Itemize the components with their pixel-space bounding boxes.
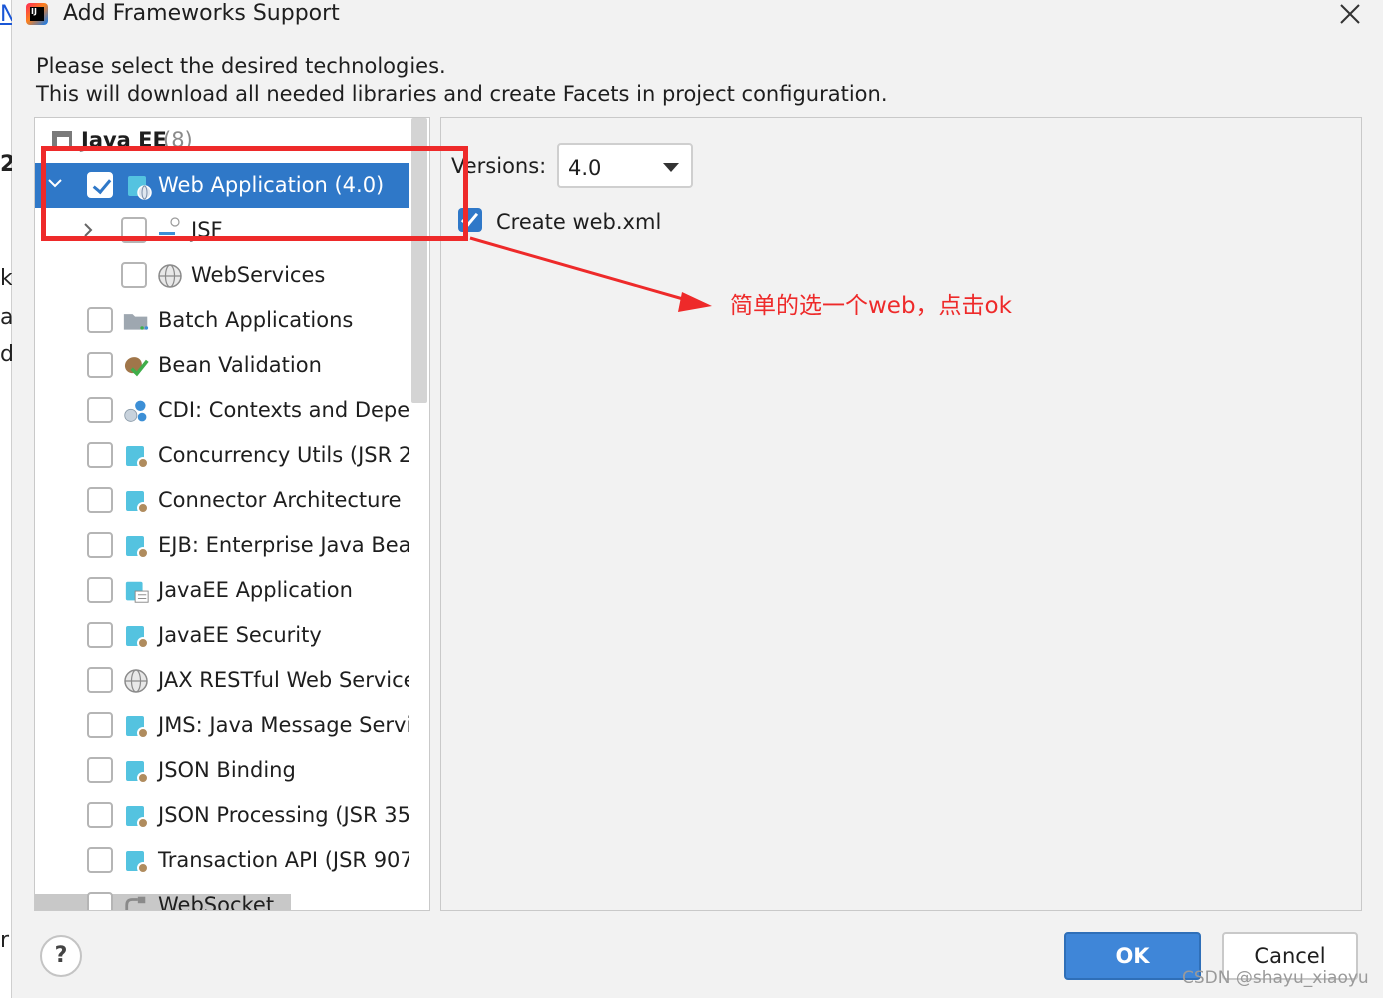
bean-check-icon xyxy=(124,357,149,377)
cdi-icon xyxy=(124,400,147,422)
checkbox-jms[interactable] xyxy=(87,712,113,738)
javaee-icon xyxy=(124,759,150,785)
tree-item-label: Concurrency Utils (JSR 236) xyxy=(158,443,430,467)
dialog-title: Add Frameworks Support xyxy=(63,1,340,26)
globe-icon xyxy=(158,264,182,288)
watermark: CSDN @shayu_xiaoyu xyxy=(1182,968,1369,988)
dropdown-arrow-icon xyxy=(663,163,679,172)
tree-item-websocket[interactable]: WebSocket xyxy=(35,883,291,911)
tree-item-javaee-security[interactable]: JavaEE Security xyxy=(35,613,429,658)
background-text: r xyxy=(0,928,10,953)
folder-icon xyxy=(123,314,149,330)
tree-item-label: JavaEE Security xyxy=(158,623,322,647)
description-line-1: Please select the desired technologies. xyxy=(36,54,446,78)
tree-item-cdi[interactable]: CDI: Contexts and Depende xyxy=(35,388,430,433)
description-line-2: This will download all needed libraries … xyxy=(36,82,888,106)
checkbox-javaee-security[interactable] xyxy=(87,622,113,648)
javaee-icon xyxy=(124,714,150,740)
tree-item-label: JMS: Java Message Service xyxy=(158,713,430,737)
close-icon xyxy=(1340,4,1360,24)
globe-icon xyxy=(124,669,148,693)
ok-button[interactable]: OK xyxy=(1064,932,1201,980)
tree-item-json-binding[interactable]: JSON Binding xyxy=(35,748,429,793)
tree-item-label: JAX RESTful Web Services xyxy=(158,668,428,692)
framework-settings-panel: Versions: 4.0 Create web.xml xyxy=(440,117,1362,911)
javaee-icon xyxy=(124,804,150,830)
tree-item-concurrency-utils[interactable]: Concurrency Utils (JSR 236) xyxy=(35,433,430,478)
tree-item-label: JSON Processing (JSR 353) xyxy=(158,803,430,827)
tree-item-jax-rs[interactable]: JAX RESTful Web Services xyxy=(35,658,429,703)
tree-item-webservices[interactable]: WebServices xyxy=(35,253,429,298)
tree-item-connector-architecture[interactable]: Connector Architecture (JS xyxy=(35,478,430,523)
tree-item-label: WebSocket xyxy=(158,893,275,911)
tree-item-label: EJB: Enterprise Java Beans xyxy=(158,533,430,557)
javaee-icon xyxy=(124,849,150,875)
tree-item-label: CDI: Contexts and Depende xyxy=(158,398,430,422)
checkbox-bean-validation[interactable] xyxy=(87,352,113,378)
tree-item-label: Bean Validation xyxy=(158,353,322,377)
tree-item-label: JavaEE Application xyxy=(158,578,353,602)
checkbox-transaction-api[interactable] xyxy=(87,847,113,873)
checkbox-json-processing[interactable] xyxy=(87,802,113,828)
tree-item-label: Transaction API (JSR 907) xyxy=(158,848,422,872)
tree-item-label: Batch Applications xyxy=(158,308,354,332)
intellij-idea-icon: IJ xyxy=(26,3,48,25)
tree-item-json-processing[interactable]: JSON Processing (JSR 353) xyxy=(35,793,430,838)
title-bar: IJ Add Frameworks Support xyxy=(12,0,1383,30)
tree-item-batch-applications[interactable]: Batch Applications xyxy=(35,298,429,343)
create-webxml-label[interactable]: Create web.xml xyxy=(496,210,661,234)
checkbox-json-binding[interactable] xyxy=(87,757,113,783)
background-window-strip: N 2 k a d r xyxy=(0,0,16,998)
help-button[interactable]: ? xyxy=(40,935,82,977)
annotation-text: 简单的选一个web，点击ok xyxy=(730,293,1012,319)
annotation-highlight-box xyxy=(41,146,468,241)
tree-group-javaee[interactable]: Java EE (8) xyxy=(35,118,429,152)
websocket-icon xyxy=(125,896,146,910)
versions-value: 4.0 xyxy=(568,156,602,180)
javaee-icon xyxy=(124,444,150,470)
tree-item-bean-validation[interactable]: Bean Validation xyxy=(35,343,429,388)
tree-item-transaction-api[interactable]: Transaction API (JSR 907) xyxy=(35,838,429,883)
checkbox-webservices[interactable] xyxy=(121,262,147,288)
tree-item-label: WebServices xyxy=(191,263,326,287)
checkbox-cdi[interactable] xyxy=(87,397,113,423)
tree-item-label: Connector Architecture (JS xyxy=(158,488,430,512)
javaee-icon xyxy=(124,489,150,515)
checkbox-javaee-application[interactable] xyxy=(87,577,113,603)
checkbox-jax-rs[interactable] xyxy=(87,667,113,693)
checkbox-connector-architecture[interactable] xyxy=(87,487,113,513)
tree-item-jms[interactable]: JMS: Java Message Service xyxy=(35,703,430,748)
javaee-icon xyxy=(124,534,150,560)
close-button[interactable] xyxy=(1333,0,1365,28)
background-text: k xyxy=(0,266,13,291)
checkbox-ejb[interactable] xyxy=(87,532,113,558)
tree-item-javaee-application[interactable]: JavaEE Application xyxy=(35,568,429,613)
checkbox-concurrency-utils[interactable] xyxy=(87,442,113,468)
tree-item-ejb[interactable]: EJB: Enterprise Java Beans xyxy=(35,523,430,568)
tree-item-label: JSON Binding xyxy=(158,758,296,782)
checkbox-batch-applications[interactable] xyxy=(87,307,113,333)
javaee-app-icon xyxy=(125,581,149,603)
versions-dropdown[interactable]: 4.0 xyxy=(557,143,693,188)
checkbox-websocket[interactable] xyxy=(87,892,113,910)
javaee-icon xyxy=(124,624,150,650)
